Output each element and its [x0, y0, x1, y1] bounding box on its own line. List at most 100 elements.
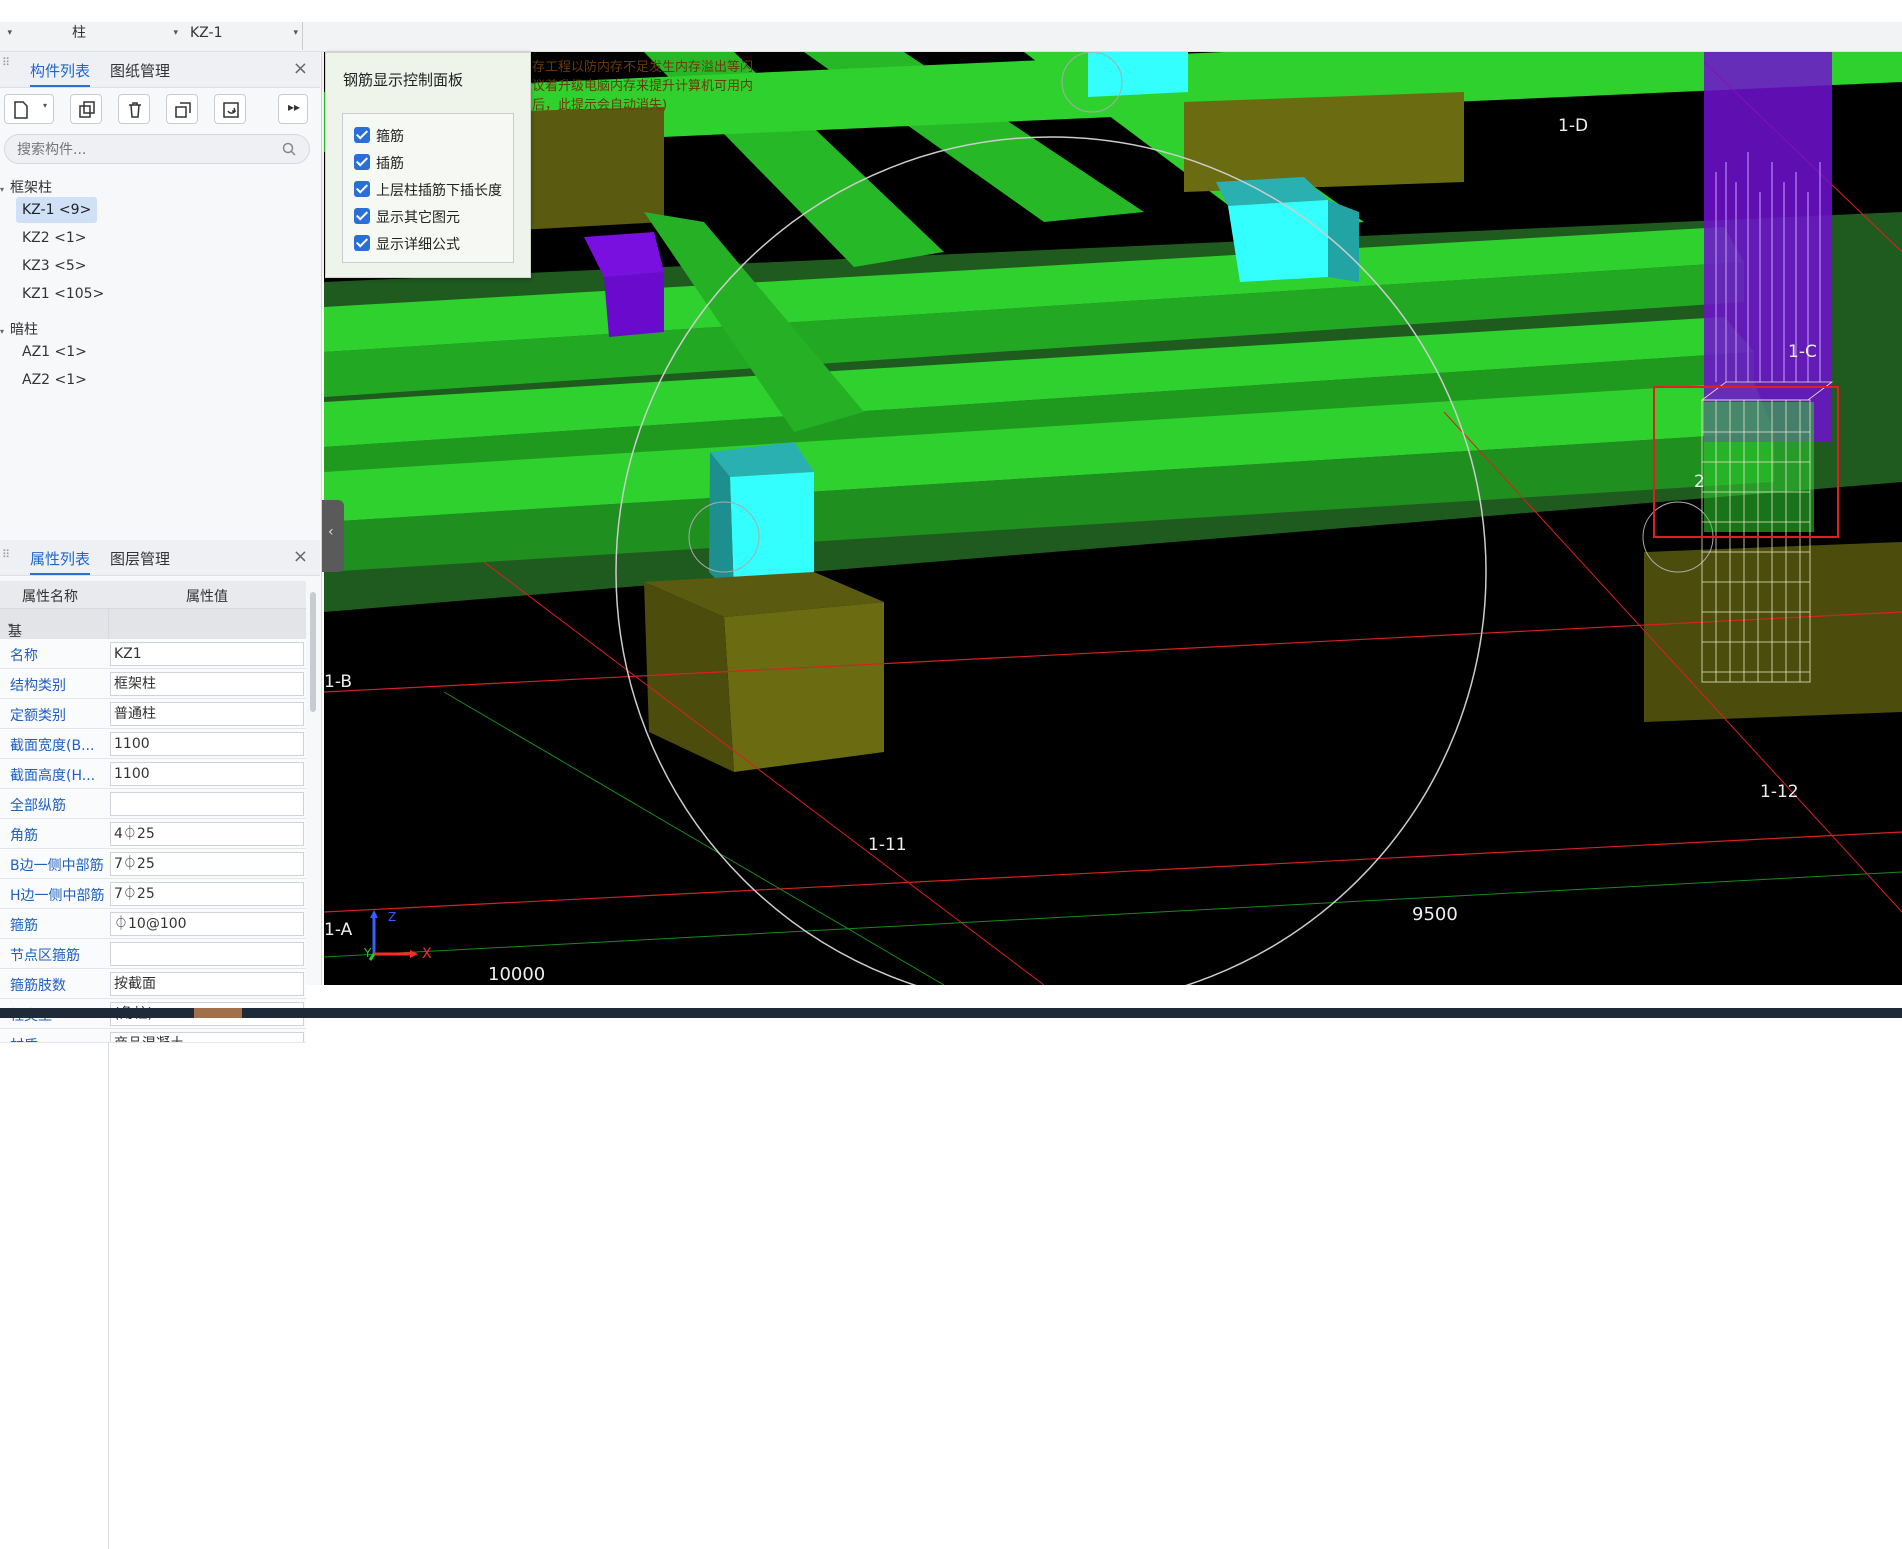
memory-warning-text: 存工程以防内存不足发生内存溢出等闪 议着升级电脑内存来提升计算机可用内 后，此提…: [532, 58, 753, 115]
tree-item[interactable]: AZ2 <1>: [16, 367, 93, 393]
tree-group-label: 暗柱: [10, 322, 38, 338]
grid-label: 1-B: [324, 672, 353, 692]
property-value[interactable]: [110, 792, 304, 816]
table-row: 名称 KZ1: [0, 639, 306, 669]
tab-property-list[interactable]: 属性列表: [30, 548, 91, 575]
tree-item[interactable]: KZ2 <1>: [16, 225, 93, 251]
checkbox-label: 上层柱插筋下插长度: [376, 183, 502, 199]
checkbox-label: 显示其它图元: [376, 210, 460, 226]
column-purple: [1704, 52, 1832, 442]
tree-item[interactable]: KZ1 <105>: [16, 281, 110, 307]
grid-line: [324, 871, 1902, 958]
checkbox-checked-icon[interactable]: [354, 127, 370, 143]
column-header-name: 属性名称: [22, 589, 78, 605]
new-icon: [14, 101, 28, 119]
grid-label: 1-12: [1760, 782, 1799, 802]
3d-model-scene[interactable]: [324, 52, 1902, 985]
drag-grip-icon[interactable]: ⠿: [2, 548, 10, 561]
grid-label-partial: 2: [1694, 472, 1705, 492]
delete-button[interactable]: [118, 94, 150, 124]
property-scrollbar[interactable]: [310, 592, 316, 712]
property-name: 结构类别: [10, 678, 66, 694]
component-select-value: KZ-1: [190, 25, 223, 41]
property-value[interactable]: 4⏀25: [110, 822, 304, 846]
property-name: 截面宽度(B...: [10, 738, 95, 754]
panel-collapse-handle[interactable]: ‹: [322, 500, 344, 572]
footing: [1644, 542, 1902, 722]
checkbox-checked-icon[interactable]: [354, 208, 370, 224]
search-icon[interactable]: [281, 141, 297, 157]
axis-y-label: Y: [364, 946, 372, 960]
column-cyan: [1228, 200, 1328, 282]
property-name: 名称: [10, 648, 38, 664]
checkbox-checked-icon[interactable]: [354, 154, 370, 170]
tab-component-list[interactable]: 构件列表: [30, 60, 91, 87]
copy-to-floor-icon: [175, 102, 191, 118]
property-value[interactable]: 普通柱: [110, 702, 304, 726]
warning-line: 存工程以防内存不足发生内存溢出等闪: [532, 60, 754, 75]
checkbox-checked-icon[interactable]: [354, 181, 370, 197]
refresh-button[interactable]: [214, 94, 246, 124]
taskbar: [0, 1008, 1902, 1018]
component-toolbar: ▾ ▸▸: [0, 90, 320, 128]
checkbox-label: 箍筋: [376, 129, 404, 145]
table-row: H边一侧中部筋 7⏀25: [0, 879, 306, 909]
taskbar-app-icon[interactable]: [194, 1008, 242, 1018]
property-value[interactable]: 按截面: [110, 972, 304, 996]
copy-button[interactable]: [70, 94, 102, 124]
table-row: 截面宽度(B... 1100: [0, 729, 306, 759]
tab-drawing-management[interactable]: 图纸管理: [110, 60, 170, 81]
close-icon[interactable]: ×: [293, 58, 308, 79]
search-input[interactable]: [17, 140, 277, 160]
property-name: B边一侧中部筋: [10, 858, 104, 874]
type-select[interactable]: 柱 ▾: [62, 22, 182, 46]
property-value[interactable]: 商品混凝土: [110, 1032, 304, 1042]
copy-icon: [79, 101, 95, 118]
grid-label: 1-A: [324, 920, 353, 940]
column-cyan: [1088, 52, 1188, 97]
grid-label: 1-C: [1788, 342, 1817, 362]
drag-grip-icon[interactable]: ⠿: [2, 57, 10, 78]
search-box[interactable]: [4, 134, 310, 164]
warning-line: 议着升级电脑内存来提升计算机可用内: [532, 79, 754, 94]
property-value[interactable]: ⏀10@100: [110, 912, 304, 936]
tree-item[interactable]: AZ1 <1>: [16, 339, 93, 365]
component-select[interactable]: KZ-1 ▾: [186, 22, 302, 46]
table-row: 定额类别 普通柱: [0, 699, 306, 729]
caret-icon[interactable]: ▾: [4, 22, 12, 46]
refresh-icon: [223, 102, 239, 118]
axis-x-label: X: [422, 946, 432, 962]
checkbox-checked-icon[interactable]: [354, 235, 370, 251]
property-value[interactable]: 7⏀25: [110, 852, 304, 876]
more-button[interactable]: ▸▸: [278, 94, 308, 124]
tree-group-frame-column[interactable]: ▾ 框架柱: [0, 177, 52, 199]
tree-group-hidden-column[interactable]: ▾ 暗柱: [0, 319, 38, 341]
property-name: 截面高度(H...: [10, 768, 96, 784]
property-section-basic[interactable]: ▾ 基础属性: [0, 609, 306, 700]
property-value[interactable]: KZ1: [110, 642, 304, 666]
tree-item[interactable]: KZ-1 <9>: [16, 197, 98, 223]
property-value[interactable]: 框架柱: [110, 672, 304, 696]
grid-label: 1-11: [868, 835, 907, 855]
table-row: 材质商品混凝土: [0, 1029, 306, 1043]
property-table-header: 属性名称 属性值: [0, 581, 306, 609]
footing: [724, 602, 884, 772]
property-value[interactable]: 7⏀25: [110, 882, 304, 906]
tab-layer-management[interactable]: 图层管理: [110, 548, 170, 569]
chevron-left-icon: ‹: [328, 524, 334, 540]
property-value[interactable]: 1100: [110, 732, 304, 756]
property-name: 节点区箍筋: [10, 948, 80, 964]
dimension-label: 10000: [488, 964, 546, 985]
column-header-value: 属性值: [186, 589, 228, 605]
new-component-button[interactable]: ▾: [4, 94, 54, 124]
component-panel-tabs: ⠿ 构件列表 图纸管理 ×: [0, 52, 320, 88]
close-icon[interactable]: ×: [293, 546, 308, 567]
chevron-down-icon: ▾: [293, 28, 298, 38]
tree-item[interactable]: KZ3 <5>: [16, 253, 93, 279]
copy-to-floor-button[interactable]: [166, 94, 198, 124]
property-value[interactable]: 1100: [110, 762, 304, 786]
caret-down-icon: ▾: [0, 185, 5, 194]
3d-viewport[interactable]: 1-D 1-C 1-B 1-A 1-11 1-12 2 10000 9500 存…: [324, 52, 1902, 985]
grid-label: 1-D: [1558, 116, 1589, 136]
property-value[interactable]: [110, 942, 304, 966]
